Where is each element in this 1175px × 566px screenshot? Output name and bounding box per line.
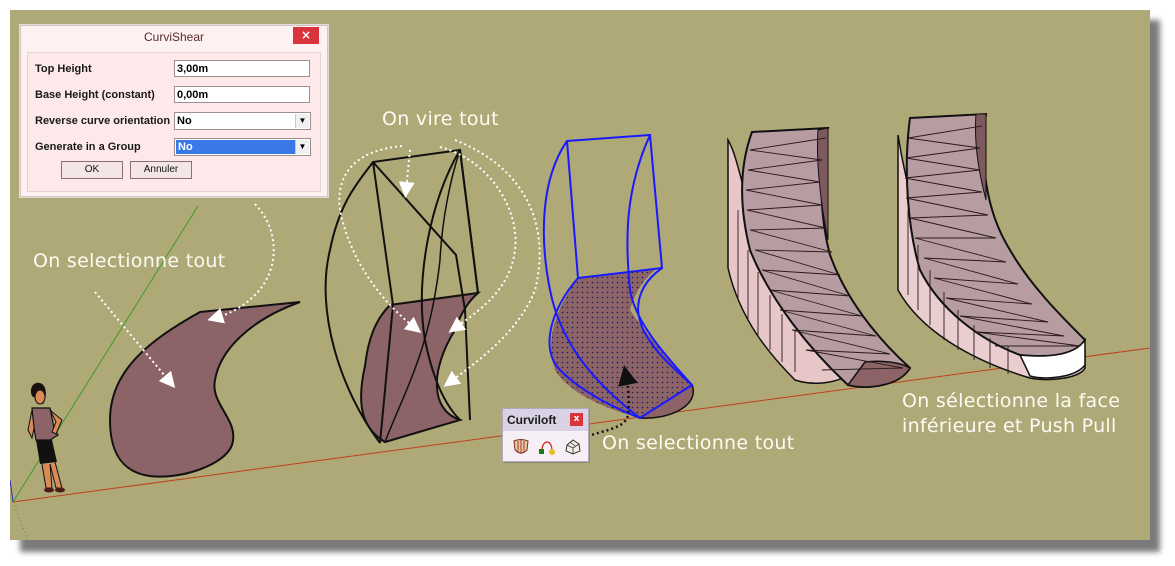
sketchup-viewport[interactable]: On selectionne tout On vire tout On sele… (10, 10, 1150, 540)
dialog-title: CurviShear (143, 30, 205, 44)
toolbar-title: Curviloft (507, 413, 557, 427)
curvishear-dialog: CurviShear × Top Height 3,00m Base Heigh… (20, 25, 328, 197)
annotation-push-pull-1: On sélectionne la face (902, 390, 1121, 412)
reverse-orientation-select[interactable]: No ▼ (174, 112, 311, 130)
join-by-curve-icon[interactable] (537, 437, 557, 457)
blue-axis (10, 479, 14, 503)
curviloft-toolbar: Curviloft x (502, 408, 589, 462)
green-axis-dotted (12, 501, 29, 540)
selected-loft-shape[interactable] (542, 133, 695, 420)
annotation-push-pull-2: inférieure et Push Pull (902, 415, 1117, 437)
wireframe-shape[interactable] (324, 148, 482, 444)
chevron-down-icon[interactable]: ▼ (295, 114, 309, 128)
extruded-shape[interactable] (727, 126, 912, 388)
generate-group-label: Generate in a Group (35, 141, 141, 153)
annotation-select-all-2: On selectionne tout (602, 432, 795, 454)
annotation-rotate-all: On vire tout (382, 108, 499, 130)
loft-by-spline-icon[interactable] (511, 437, 531, 457)
scale-figure (27, 382, 65, 493)
push-pull-shape[interactable] (897, 112, 1087, 381)
ok-button[interactable]: OK (61, 161, 123, 179)
generate-group-value: No (176, 140, 296, 154)
base-height-input[interactable]: 0,00m (174, 86, 310, 103)
top-height-label: Top Height (35, 63, 92, 75)
top-height-input[interactable]: 3,00m (174, 60, 310, 77)
base-height-label: Base Height (constant) (35, 89, 155, 101)
generate-group-select[interactable]: No ▼ (174, 138, 311, 156)
close-icon[interactable]: x (570, 413, 583, 426)
cancel-button[interactable]: Annuler (130, 161, 192, 179)
reverse-orientation-value: No (177, 115, 192, 127)
reverse-orientation-label: Reverse curve orientation (35, 115, 171, 127)
annotation-select-all: On selectionne tout (33, 250, 226, 272)
skinning-icon[interactable] (563, 437, 583, 457)
close-icon[interactable]: × (293, 27, 319, 44)
flat-curved-face[interactable] (108, 301, 301, 478)
chevron-down-icon[interactable]: ▼ (295, 140, 309, 154)
